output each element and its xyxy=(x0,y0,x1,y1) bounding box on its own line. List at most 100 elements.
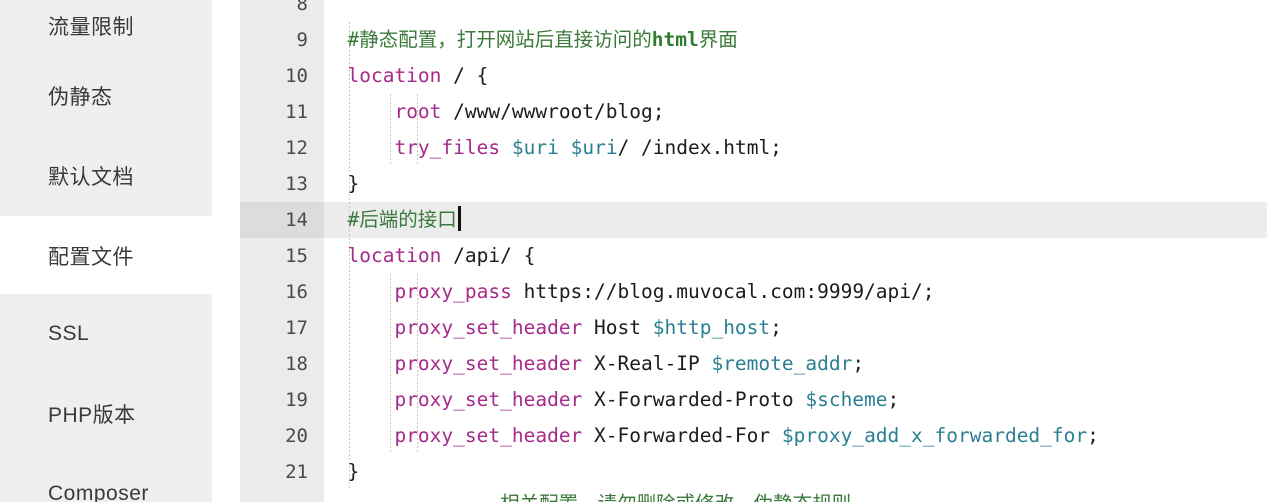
code-line[interactable]: 17 proxy_set_header Host $http_host; xyxy=(240,310,1267,346)
token: ; xyxy=(887,388,900,411)
code-text: } xyxy=(324,454,359,490)
line-number: 19 xyxy=(285,389,308,411)
code-text: location /api/ { xyxy=(324,238,535,274)
code-line[interactable]: 21 } xyxy=(240,454,1267,490)
sidebar-item-label: 伪静态 xyxy=(48,86,113,109)
token: $proxy_add_x_forwarded_for xyxy=(781,424,1088,447)
line-number: 14 xyxy=(240,202,324,238)
token: proxy_set_header xyxy=(394,316,583,339)
code-text: root /www/wwwroot/blog; xyxy=(324,94,664,130)
sidebar-item-label: 流量限制 xyxy=(48,16,134,39)
sidebar-item-label: SSL xyxy=(48,322,90,345)
code-line[interactable]: 18 proxy_set_header X-Real-IP $remote_ad… xyxy=(240,346,1267,382)
line-number: 9 xyxy=(296,29,308,51)
text-cursor xyxy=(457,206,461,231)
sidebar-item-label: 配置文件 xyxy=(48,246,134,269)
line-number: 18 xyxy=(285,353,308,375)
active-line-highlight xyxy=(324,202,1267,238)
line-number: 21 xyxy=(285,461,308,483)
bottom-partial-comment-line: 相关配置，请勿删除或修改，伪静态规则 xyxy=(324,486,851,502)
token: location xyxy=(347,244,442,267)
token: ; xyxy=(1087,424,1099,447)
sidebar-item-5[interactable]: SSL xyxy=(0,294,212,374)
token: / /index.html; xyxy=(617,136,782,159)
code-text: #后端的接口 xyxy=(324,202,461,238)
code-line[interactable]: 19 proxy_set_header X-Forwarded-Proto $s… xyxy=(240,382,1267,418)
token: #后端的接口 xyxy=(347,208,457,231)
sidebar-item-3[interactable]: 默认文档 xyxy=(0,136,212,216)
token: X-Real-IP xyxy=(582,352,712,375)
code-line[interactable]: 11 root /www/wwwroot/blog; xyxy=(240,94,1267,130)
token: proxy_set_header xyxy=(394,424,583,447)
token: proxy_pass xyxy=(394,280,512,303)
code-line-active[interactable]: 14 #后端的接口 xyxy=(240,202,1267,238)
code-line[interactable]: 12 try_files $uri $uri/ /index.html; xyxy=(240,130,1267,166)
line-number: 16 xyxy=(285,281,308,303)
token: ; xyxy=(852,352,865,375)
token: Host xyxy=(582,316,653,339)
token: root xyxy=(394,100,442,123)
sidebar-item-6[interactable]: PHP版本 xyxy=(0,374,212,454)
token: $http_host xyxy=(652,316,771,339)
code-text: proxy_set_header X-Forwarded-For $proxy_… xyxy=(324,418,1099,454)
token: /www/wwwroot/blog; xyxy=(441,100,665,123)
token: $uri xyxy=(511,136,559,159)
token: proxy_set_header xyxy=(394,352,583,375)
code-text: location / { xyxy=(324,58,488,94)
line-number: 12 xyxy=(285,137,308,159)
sidebar-item-label: PHP版本 xyxy=(48,404,136,427)
token: } xyxy=(324,460,360,483)
code-line[interactable]: 10 location / { xyxy=(240,58,1267,94)
sidebar-item-7[interactable]: Composer xyxy=(0,454,212,502)
code-line[interactable]: 15 location /api/ { xyxy=(240,238,1267,274)
code-text: proxy_set_header Host $http_host; xyxy=(324,310,782,346)
token: html xyxy=(651,28,699,51)
token: X-Forwarded-Proto xyxy=(582,388,806,411)
sidebar-item-4[interactable]: 配置文件 xyxy=(0,216,212,296)
code-line[interactable]: 8 xyxy=(240,0,1267,22)
code-text: } xyxy=(324,166,359,202)
code-line[interactable]: 16 proxy_pass https://blog.muvocal.com:9… xyxy=(240,274,1267,310)
sidebar-item-label: 默认文档 xyxy=(48,166,134,189)
site-settings-sidebar: 流量限制伪静态默认文档配置文件 SSL PHP版本 Composer xyxy=(0,0,240,502)
line-number: 15 xyxy=(285,245,308,267)
token: } xyxy=(324,172,360,195)
token: ; xyxy=(770,316,782,339)
line-number: 20 xyxy=(285,425,308,447)
code-line[interactable]: 20 proxy_set_header X-Forwarded-For $pro… xyxy=(240,418,1267,454)
code-editor[interactable]: 89 #静态配置，打开网站后直接访问的html界面 10 location / {… xyxy=(240,0,1270,502)
config-file-editor-screen: 流量限制伪静态默认文档配置文件 SSL PHP版本 Composer 8 9 #静态配置… xyxy=(0,0,1270,502)
token: try_files xyxy=(394,136,501,159)
line-number: 8 xyxy=(296,0,308,15)
code-line[interactable]: 9 #静态配置，打开网站后直接访问的html界面 xyxy=(240,22,1267,58)
sidebar-item-2[interactable]: 伪静态 xyxy=(0,56,212,136)
line-number: 11 xyxy=(285,101,308,123)
token: $scheme xyxy=(805,388,888,411)
token: $uri xyxy=(570,136,618,159)
token: 界面 xyxy=(698,28,738,51)
token: proxy_set_header xyxy=(394,388,583,411)
token: X-Forwarded-For xyxy=(582,424,782,447)
code-line[interactable]: 13 } xyxy=(240,166,1267,202)
token: $remote_addr xyxy=(711,352,853,375)
token: /api/ { xyxy=(441,244,536,267)
token: / { xyxy=(441,64,489,87)
token: location xyxy=(347,64,442,87)
token: https://blog.muvocal.com:9999/api/; xyxy=(511,280,935,303)
code-text: try_files $uri $uri/ /index.html; xyxy=(324,130,782,166)
code-text: proxy_set_header X-Real-IP $remote_addr; xyxy=(324,346,864,382)
token: #静态配置，打开网站后直接访问的 xyxy=(347,28,652,51)
